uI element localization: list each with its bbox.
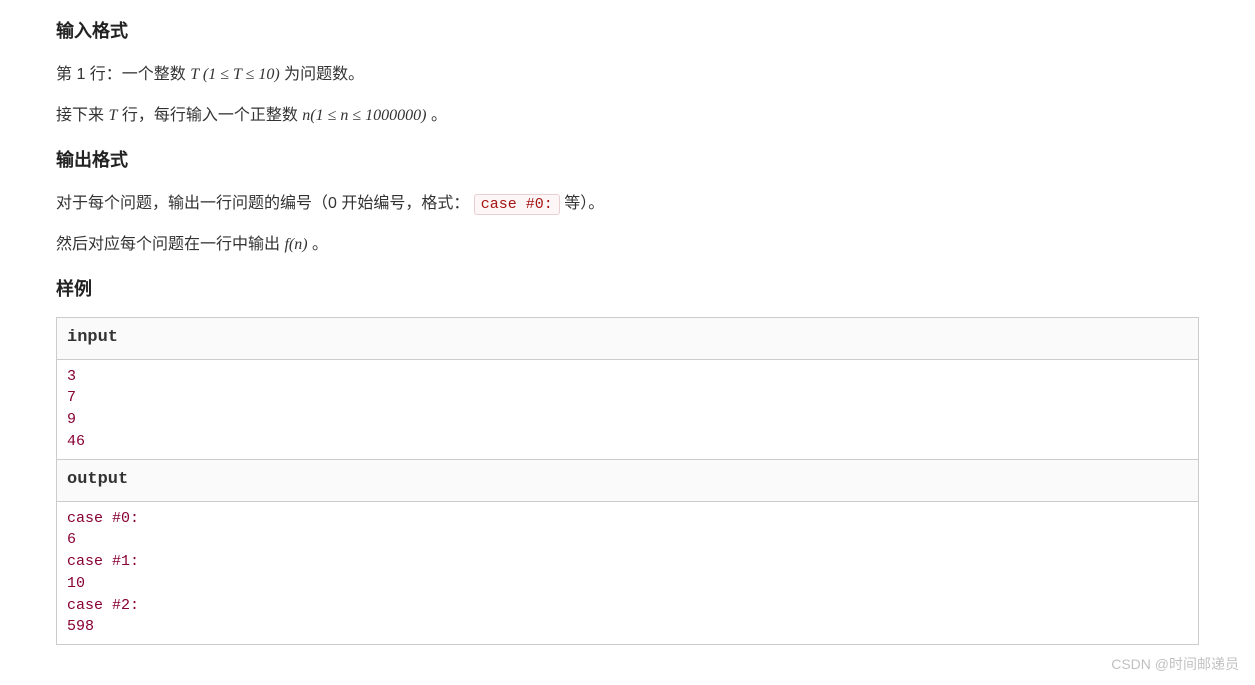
text: 对于每个问题，输出一行问题的编号（0 开始编号，格式： — [56, 195, 474, 212]
code-inline: case #0: — [474, 194, 560, 215]
sample-input-cell: 3 7 9 46 — [57, 359, 1199, 459]
text: 行，每行输入一个正整数 — [122, 107, 302, 124]
text: 第 1 行：一个整数 — [56, 66, 190, 83]
output-format-heading: 输出格式 — [56, 145, 1199, 176]
sample-output-cell: case #0: 6 case #1: 10 case #2: 598 — [57, 501, 1199, 645]
output-format-line1: 对于每个问题，输出一行问题的编号（0 开始编号，格式： case #0: 等）。 — [56, 190, 1199, 218]
text: 然后对应每个问题在一行中输出 — [56, 236, 284, 253]
input-format-heading: 输入格式 — [56, 16, 1199, 47]
input-format-line1: 第 1 行：一个整数 T (1 ≤ T ≤ 10) 为问题数。 — [56, 61, 1199, 88]
watermark: CSDN @时间邮递员 — [1111, 653, 1239, 677]
text: 为问题数。 — [284, 66, 364, 83]
sample-output-data: case #0: 6 case #1: 10 case #2: 598 — [67, 508, 1188, 639]
math-expr: T — [108, 107, 117, 124]
sample-input-label: input — [57, 317, 1199, 359]
math-expr: T (1 ≤ T ≤ 10) — [190, 66, 279, 83]
input-format-line2: 接下来 T 行，每行输入一个正整数 n(1 ≤ n ≤ 1000000) 。 — [56, 102, 1199, 129]
text: 。 — [431, 107, 447, 124]
sample-output-label: output — [57, 459, 1199, 501]
text: 接下来 — [56, 107, 108, 124]
output-format-line2: 然后对应每个问题在一行中输出 f(n) 。 — [56, 231, 1199, 258]
math-expr: n(1 ≤ n ≤ 1000000) — [302, 107, 426, 124]
text: 。 — [312, 236, 328, 253]
math-expr: f(n) — [284, 236, 307, 253]
text: 等）。 — [564, 195, 604, 212]
sample-table: input 3 7 9 46 output case #0: 6 case #1… — [56, 317, 1199, 645]
sample-heading: 样例 — [56, 274, 1199, 305]
sample-input-data: 3 7 9 46 — [67, 366, 1188, 453]
